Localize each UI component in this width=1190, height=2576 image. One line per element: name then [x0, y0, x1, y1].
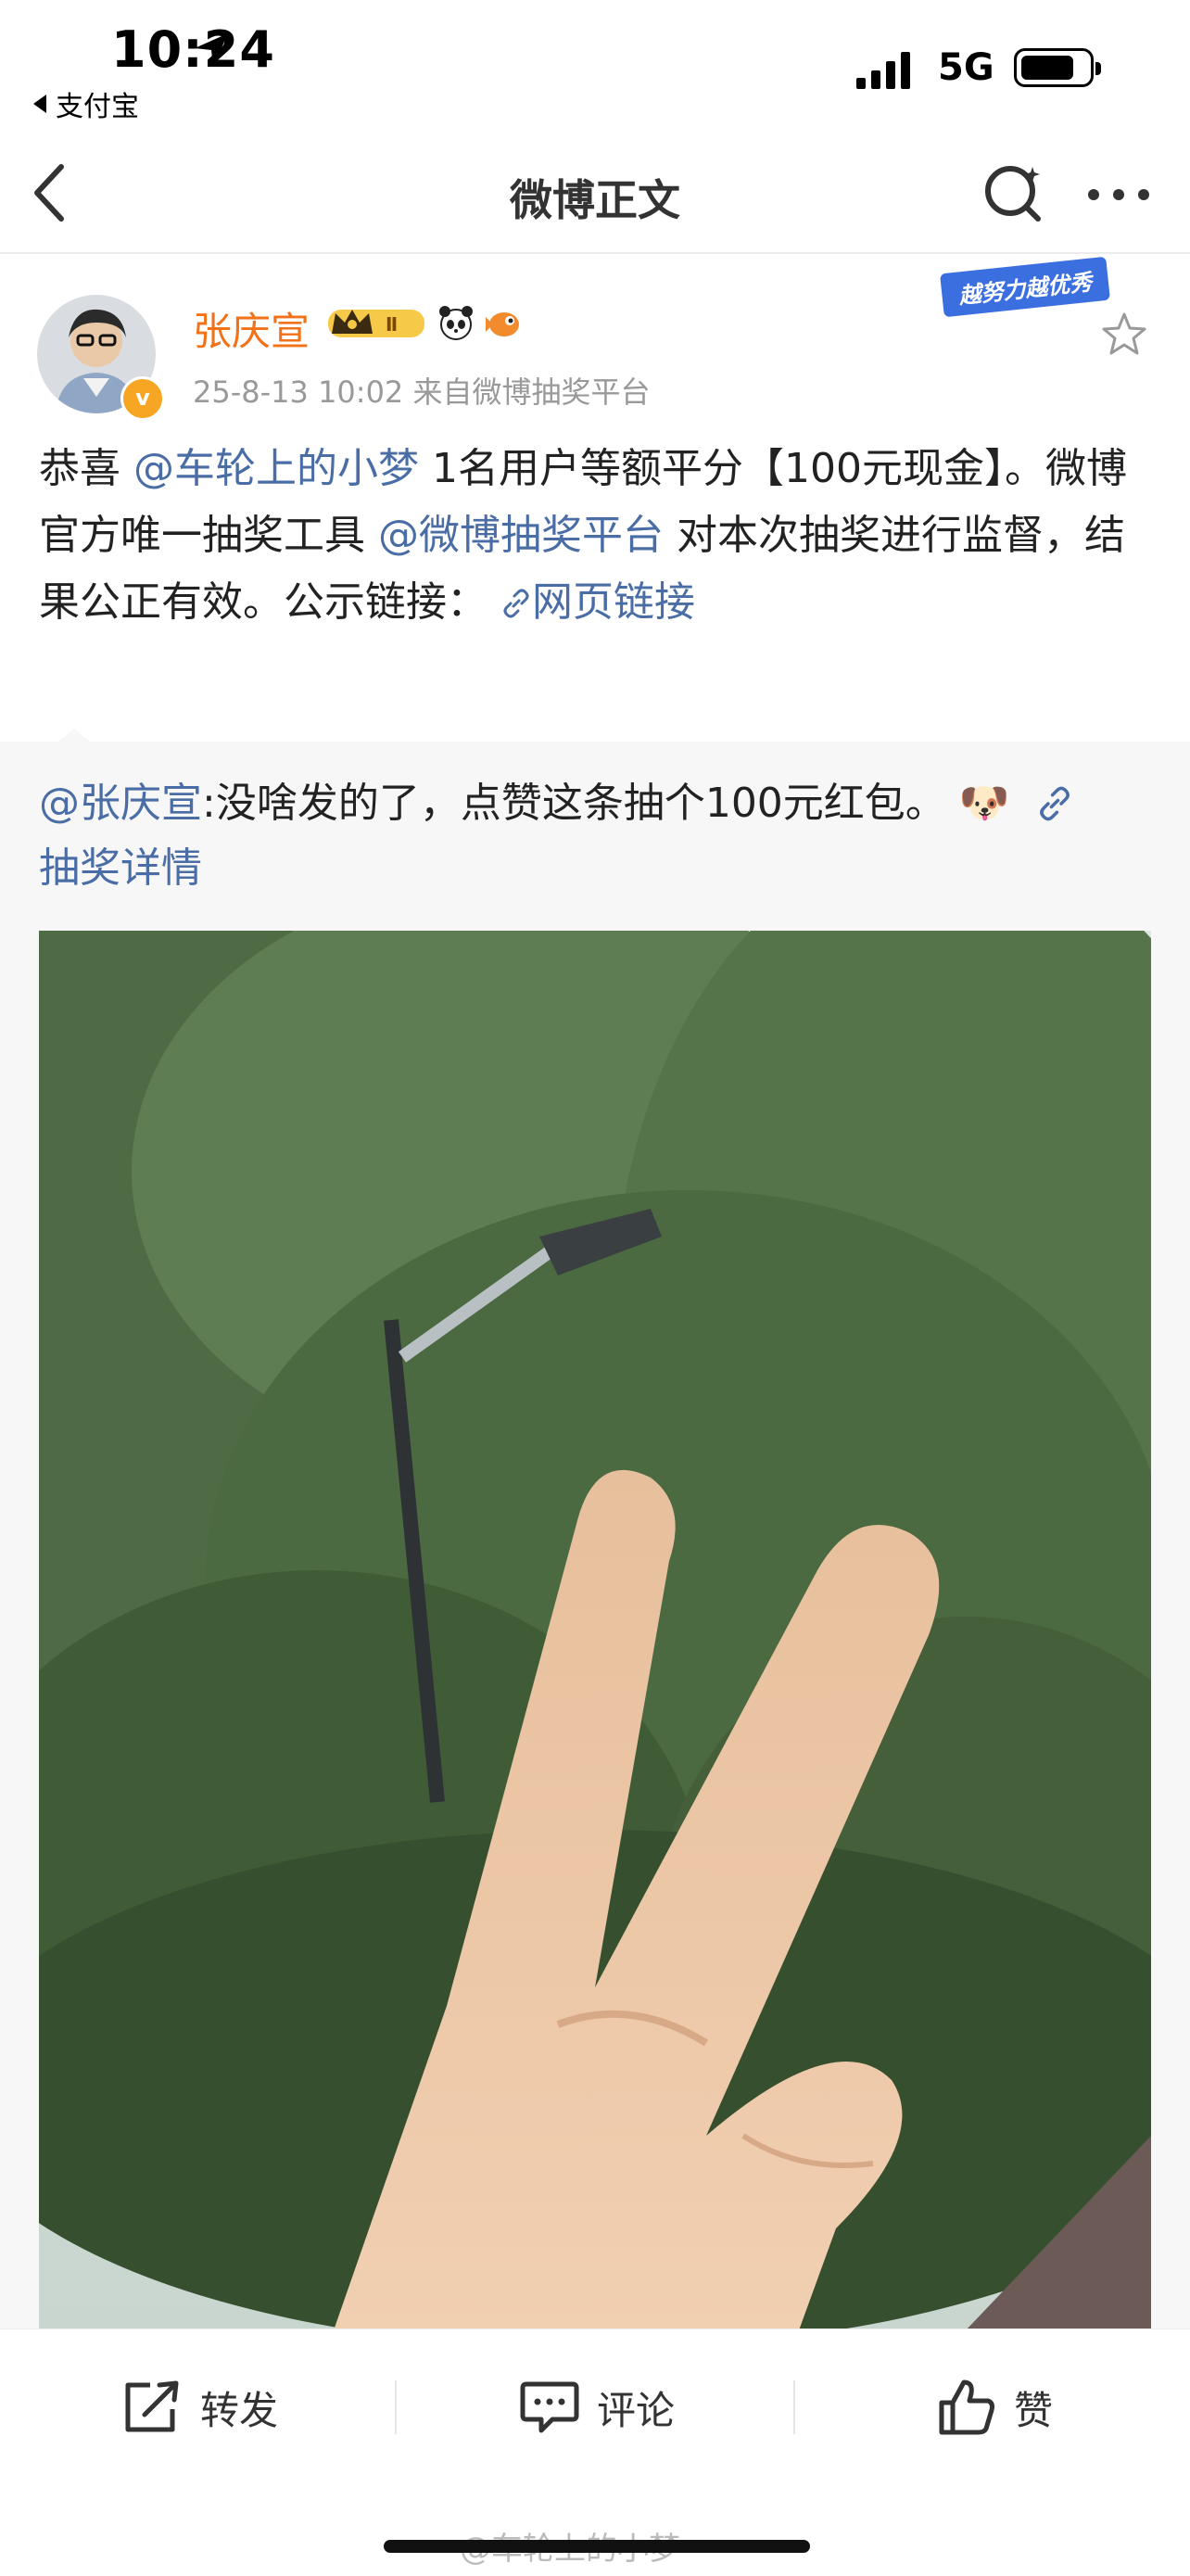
- repost-button[interactable]: 转发: [122, 2373, 278, 2442]
- post-meta: 25-8-13 10:02 来自微博抽奖平台: [193, 374, 651, 410]
- repost-icon: [125, 2380, 179, 2432]
- panda-badge-icon: [439, 306, 473, 340]
- like-button[interactable]: 赞: [936, 2373, 1053, 2442]
- post-body: 恭喜 @车轮上的小梦 1名用户等额平分【100元现金】。微博官方唯一抽奖工具 @…: [39, 436, 1151, 636]
- comment-button[interactable]: 评论: [519, 2373, 675, 2442]
- comment-label: 评论: [597, 2387, 676, 2433]
- verified-badge-icon: v: [120, 376, 165, 421]
- lottery-details-link[interactable]: 抽奖详情: [39, 844, 202, 892]
- signal-strength-icon: [856, 52, 910, 89]
- nav-divider: [0, 252, 1190, 254]
- doge-emoji-icon: 🐶: [958, 780, 1010, 827]
- back-app-label: 支付宝: [56, 91, 139, 123]
- repost-label: 转发: [200, 2387, 279, 2433]
- web-link-label: 网页链接: [532, 578, 695, 626]
- location-arrow-icon: [195, 33, 228, 67]
- post-text-part: 恭喜: [39, 445, 120, 492]
- like-label: 赞: [1014, 2387, 1054, 2433]
- retweet-author-mention[interactable]: @张庆宣: [39, 780, 202, 827]
- level-badge-text: Ⅱ: [386, 313, 398, 336]
- link-icon: [1039, 786, 1070, 821]
- action-separator: [395, 2380, 397, 2434]
- post-author-name[interactable]: 张庆宣: [193, 300, 310, 357]
- retweet-body: @张庆宣:没啥发的了，点赞这条抽个100元红包。 🐶 抽奖详情: [39, 771, 1151, 901]
- retweet-pointer: [56, 729, 93, 743]
- battery-icon: [1014, 48, 1101, 87]
- fish-badge-icon: [486, 312, 519, 336]
- mention-link[interactable]: @车轮上的小梦: [133, 445, 419, 492]
- action-separator: [793, 2380, 795, 2434]
- network-type: 5G: [938, 46, 994, 89]
- search-icon[interactable]: [981, 159, 1045, 224]
- comment-icon: [520, 2381, 579, 2433]
- home-indicator[interactable]: [384, 2540, 810, 2553]
- post-photo[interactable]: [39, 931, 1151, 2330]
- link-icon: [503, 589, 529, 618]
- back-to-app-link[interactable]: 支付宝: [33, 83, 139, 124]
- mention-link[interactable]: @微博抽奖平台: [378, 512, 664, 559]
- promo-tag: 越努力越优秀: [940, 256, 1110, 318]
- back-triangle-icon: [33, 95, 46, 113]
- member-crown-badge-icon: Ⅱ: [328, 310, 424, 337]
- retweet-text: :没啥发的了，点赞这条抽个100元红包。: [202, 780, 946, 827]
- thumbs-up-icon: [939, 2379, 994, 2435]
- favorite-star-icon[interactable]: [1099, 310, 1149, 360]
- web-link[interactable]: 网页链接: [500, 578, 695, 626]
- user-badges: Ⅱ: [326, 302, 523, 343]
- more-dots-icon[interactable]: [1086, 185, 1151, 204]
